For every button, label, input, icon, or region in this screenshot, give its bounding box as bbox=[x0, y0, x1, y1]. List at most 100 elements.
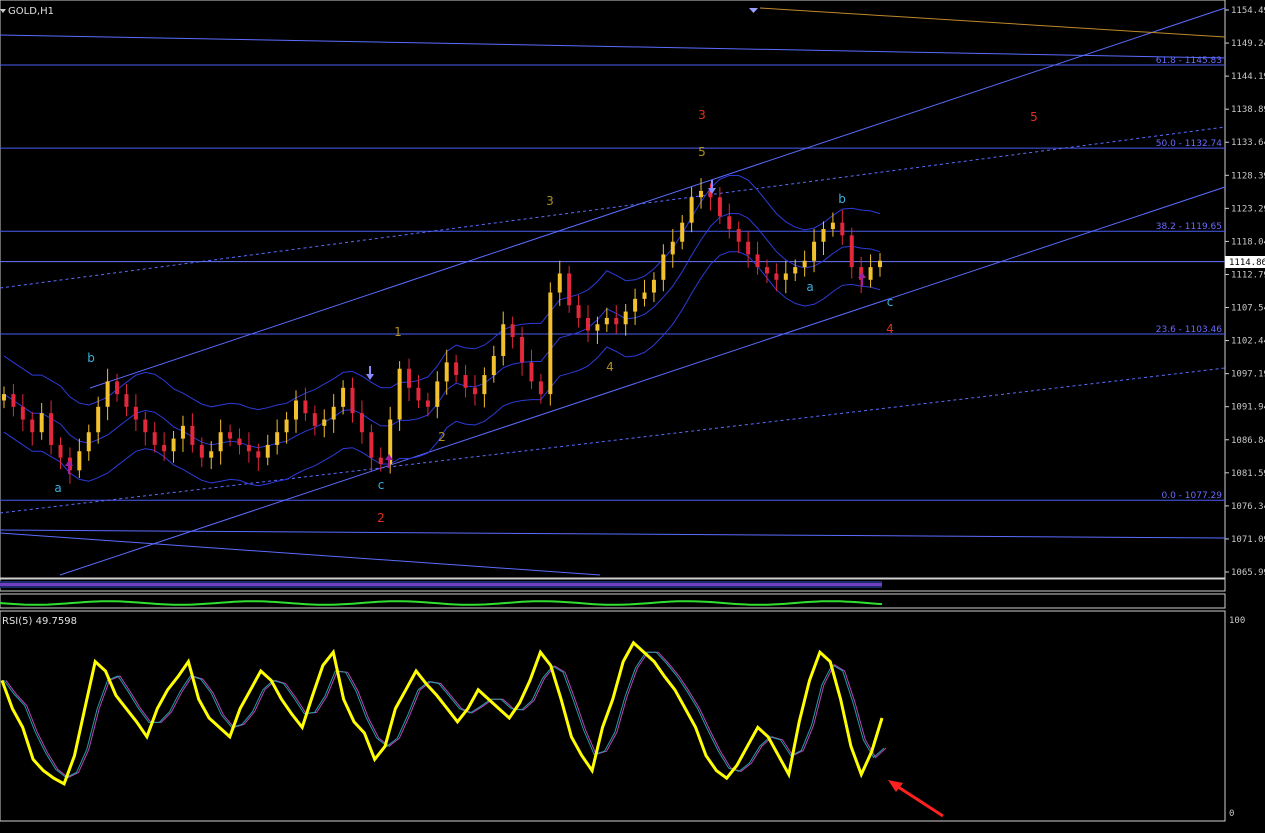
price-tick-label: 1133.64 bbox=[1231, 138, 1265, 148]
candle-body bbox=[868, 267, 873, 280]
wave-label: 4 bbox=[886, 322, 894, 336]
candle-body bbox=[237, 438, 242, 445]
candle-body bbox=[680, 222, 685, 242]
rsi-pane: RSI(5) 49.7598 100 0 bbox=[0, 610, 1245, 822]
candle-body bbox=[246, 444, 251, 452]
candle-body bbox=[303, 400, 308, 414]
last-price-label: 1114.86 bbox=[1229, 258, 1265, 268]
indicator-strip-2 bbox=[0, 593, 1226, 609]
candle-body bbox=[482, 375, 487, 395]
price-tick-label: 1081.59 bbox=[1231, 469, 1265, 479]
candle-body bbox=[699, 190, 704, 198]
rsi-title: RSI(5) 49.7598 bbox=[2, 616, 77, 627]
candle-body bbox=[49, 413, 54, 445]
candle-body bbox=[312, 413, 317, 426]
candle-body bbox=[642, 292, 647, 299]
candle-body bbox=[840, 222, 845, 236]
wave-label: c bbox=[887, 295, 894, 309]
candle-body bbox=[275, 432, 280, 445]
candle-body bbox=[812, 241, 817, 261]
candle-body bbox=[661, 254, 666, 280]
candle-body bbox=[96, 406, 101, 433]
wave-label: 3 bbox=[698, 108, 706, 122]
candle-body bbox=[529, 362, 534, 382]
candle-body bbox=[586, 317, 590, 331]
candle-body bbox=[162, 444, 167, 452]
price-tick-label: 1102.44 bbox=[1231, 337, 1265, 347]
fib-level-label: 0.0 - 1077.29 bbox=[1162, 491, 1223, 501]
candle-body bbox=[802, 260, 807, 268]
candle-body bbox=[830, 222, 835, 230]
candle-body bbox=[557, 273, 562, 293]
wave-label: 2 bbox=[438, 430, 446, 444]
candle-body bbox=[463, 375, 468, 388]
wave-label: a bbox=[806, 280, 813, 294]
price-tick-label: 1138.89 bbox=[1231, 105, 1265, 115]
fib-level-label: 50.0 - 1132.74 bbox=[1156, 139, 1222, 149]
wave-label: 4 bbox=[606, 360, 614, 374]
candle-body bbox=[341, 387, 346, 407]
candle-body bbox=[378, 457, 383, 464]
candle-body bbox=[256, 451, 261, 458]
candle-body bbox=[548, 292, 553, 395]
candle-body bbox=[397, 368, 402, 420]
time-axis bbox=[0, 822, 1265, 833]
price-tick-label: 1128.39 bbox=[1231, 171, 1265, 181]
wave-label: 1 bbox=[394, 325, 402, 339]
candle-body bbox=[604, 317, 609, 325]
candle-body bbox=[520, 336, 525, 363]
wave-label: b bbox=[87, 351, 95, 365]
candle-body bbox=[133, 406, 138, 420]
price-tick-label: 1112.79 bbox=[1231, 270, 1265, 280]
candle-body bbox=[783, 273, 788, 280]
candle-body bbox=[322, 419, 327, 426]
candle-body bbox=[444, 362, 449, 382]
candle-body bbox=[115, 381, 120, 395]
candle-body bbox=[736, 229, 741, 242]
wave-label: 2 bbox=[377, 511, 385, 525]
candle-body bbox=[746, 241, 751, 255]
fib-level-label: 23.6 - 1103.46 bbox=[1156, 325, 1222, 335]
candle-body bbox=[416, 387, 421, 401]
candle-body bbox=[30, 419, 35, 433]
candle-body bbox=[58, 444, 63, 458]
wave-label: 5 bbox=[698, 145, 706, 159]
trading-chart: 61.8 - 1145.8350.0 - 1132.7438.2 - 1119.… bbox=[0, 0, 1265, 833]
candle-body bbox=[39, 413, 44, 433]
indicator-strip-1 bbox=[0, 578, 1226, 592]
candle-body bbox=[331, 406, 336, 420]
price-tick-label: 1086.84 bbox=[1231, 436, 1265, 446]
candle-body bbox=[501, 324, 506, 357]
rsi-tick-0: 0 bbox=[1229, 809, 1234, 819]
price-tick-label: 1123.29 bbox=[1231, 204, 1265, 214]
candle-body bbox=[2, 394, 6, 401]
candle-body bbox=[595, 324, 600, 331]
candle-body bbox=[143, 419, 148, 433]
candle-body bbox=[228, 432, 233, 439]
candle-body bbox=[651, 279, 656, 293]
price-tick-label: 1149.24 bbox=[1231, 39, 1265, 49]
candle-body bbox=[180, 425, 185, 439]
wave-label: b bbox=[838, 192, 846, 206]
candle-body bbox=[294, 400, 298, 420]
candle-body bbox=[670, 241, 675, 255]
price-tick-label: 1091.94 bbox=[1231, 403, 1265, 413]
candle-body bbox=[764, 267, 769, 274]
wave-label: 3 bbox=[546, 194, 554, 208]
candle-body bbox=[849, 235, 854, 268]
last-price-tag: 1114.86 bbox=[1225, 256, 1265, 268]
candle-body bbox=[755, 254, 760, 268]
price-axis: 1154.49 1149.24 1144.19 1138.89 1133.64 1128.… bbox=[1225, 6, 1265, 578]
candle-body bbox=[821, 229, 826, 242]
candle-body bbox=[152, 432, 157, 445]
wave-label: c bbox=[378, 478, 385, 492]
candle-body bbox=[86, 432, 91, 452]
candle-body bbox=[124, 394, 129, 407]
candle-body bbox=[350, 387, 355, 414]
candle-body bbox=[727, 216, 732, 230]
candle-body bbox=[105, 381, 110, 407]
candle-body bbox=[472, 387, 477, 395]
price-tick-label: 1071.09 bbox=[1231, 535, 1265, 545]
candle-body bbox=[11, 394, 16, 407]
wave-label: 5 bbox=[1030, 110, 1038, 124]
